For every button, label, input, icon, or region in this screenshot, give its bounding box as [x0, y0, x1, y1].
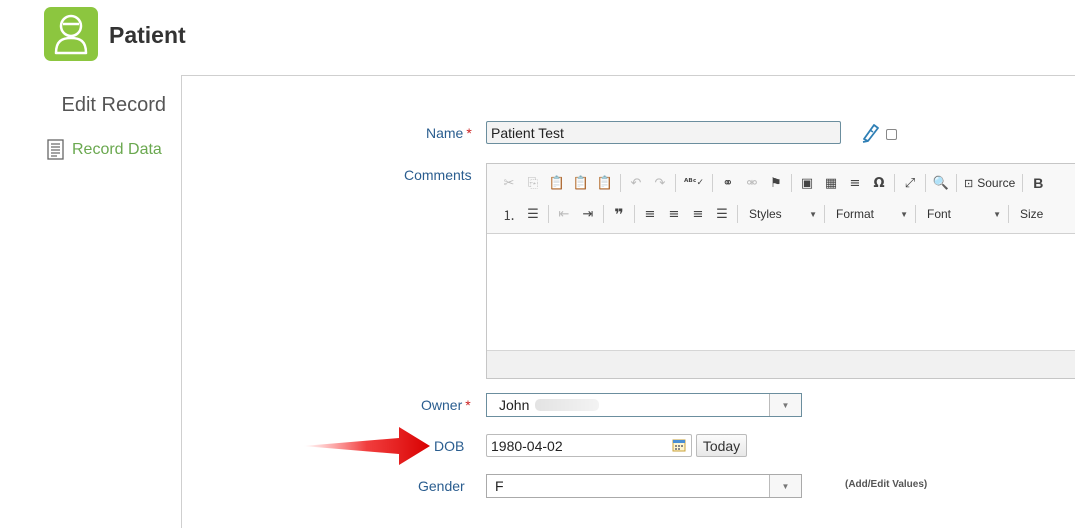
table-icon[interactable]: ▦: [819, 172, 843, 194]
toolbar-separator: [712, 174, 713, 192]
owner-select[interactable]: John ▼: [486, 393, 802, 417]
font-dropdown[interactable]: Font ▼: [919, 203, 1005, 225]
page-title: Patient: [109, 22, 186, 48]
toolbar-separator: [603, 205, 604, 223]
today-button[interactable]: Today: [696, 434, 747, 457]
patient-icon: [54, 14, 88, 55]
toolbar-separator: [791, 174, 792, 192]
bold-button[interactable]: B: [1026, 172, 1050, 194]
sidebar-item-record-data[interactable]: Record Data: [47, 139, 162, 160]
gender-value: F: [495, 478, 504, 494]
link-icon[interactable]: ⚭: [716, 172, 740, 194]
undo-icon[interactable]: ↶: [624, 172, 648, 194]
chevron-down-icon: ▼: [993, 209, 1001, 219]
owner-label: Owner *: [421, 397, 471, 413]
toolbar-separator: [925, 174, 926, 192]
toolbar-separator: [620, 174, 621, 192]
patient-app-icon: [44, 7, 98, 61]
gender-select[interactable]: F ▼: [486, 474, 802, 498]
owner-value: John: [499, 397, 530, 413]
source-button[interactable]: ⊡ Source: [960, 172, 1019, 194]
calendar-icon[interactable]: [672, 438, 686, 452]
header-divider: [181, 75, 1075, 76]
toolbar-separator: [1022, 174, 1024, 192]
required-marker: *: [466, 125, 472, 141]
blockquote-icon[interactable]: ❞: [607, 203, 631, 225]
spellcheck-icon[interactable]: ᴬᴮᶜ✓: [679, 172, 709, 194]
sidebar-divider: [181, 75, 182, 528]
align-right-icon[interactable]: ≡: [686, 203, 710, 225]
chevron-down-icon[interactable]: ▼: [769, 394, 801, 416]
toolbar-separator: [675, 174, 676, 192]
align-justify-icon[interactable]: ☰: [710, 203, 734, 225]
comments-editor: ✂ ⎘ 📋 📋 📋 ↶ ↷ ᴬᴮᶜ✓ ⚭ ⚮ ⚑ ▣ ▦ ≡ Ω ⤢ 🔍 ⊡ So…: [486, 163, 1075, 379]
dob-input[interactable]: [486, 434, 692, 457]
paste-text-icon[interactable]: 📋: [569, 172, 593, 194]
source-icon: ⊡: [964, 177, 974, 190]
comments-label: Comments: [404, 167, 472, 183]
unlink-icon[interactable]: ⚮: [740, 172, 764, 194]
sidebar-title: Edit Record: [61, 94, 167, 116]
editor-status-bar: [487, 350, 1075, 378]
pen-edit-icon[interactable]: [860, 121, 882, 143]
horizontal-rule-icon[interactable]: ≡: [843, 172, 867, 194]
anchor-flag-icon[interactable]: ⚑: [764, 172, 788, 194]
paste-word-icon[interactable]: 📋: [593, 172, 617, 194]
size-dropdown[interactable]: Size: [1012, 203, 1062, 225]
toolbar-separator: [956, 174, 957, 192]
toolbar-separator: [548, 205, 549, 223]
toolbar-separator: [894, 174, 895, 192]
required-marker: *: [465, 397, 471, 413]
editor-toolbar: ✂ ⎘ 📋 📋 📋 ↶ ↷ ᴬᴮᶜ✓ ⚭ ⚮ ⚑ ▣ ▦ ≡ Ω ⤢ 🔍 ⊡ So…: [487, 164, 1075, 234]
format-dropdown[interactable]: Format ▼: [828, 203, 912, 225]
redo-icon[interactable]: ↷: [648, 172, 672, 194]
gender-label: Gender: [418, 478, 465, 494]
chevron-down-icon: ▼: [809, 209, 817, 219]
image-icon[interactable]: ▣: [795, 172, 819, 194]
name-checkbox[interactable]: [886, 129, 897, 140]
paste-icon[interactable]: 📋: [545, 172, 569, 194]
chevron-down-icon[interactable]: ▼: [769, 475, 801, 497]
numbered-list-icon[interactable]: ⒈: [497, 203, 521, 225]
red-arrow-annotation: [303, 427, 430, 465]
toolbar-separator: [737, 205, 738, 223]
dob-label: DOB: [434, 438, 465, 454]
name-label: Name *: [426, 125, 472, 141]
toolbar-separator: [824, 205, 825, 223]
align-left-icon[interactable]: ≡: [638, 203, 662, 225]
sidebar-item-label: Record Data: [72, 140, 162, 158]
cut-icon[interactable]: ✂: [497, 172, 521, 194]
bulleted-list-icon[interactable]: ☰: [521, 203, 545, 225]
copy-icon[interactable]: ⎘: [521, 172, 545, 194]
maximize-icon[interactable]: ⤢: [898, 172, 922, 194]
chevron-down-icon: ▼: [900, 209, 908, 219]
toolbar-separator: [1008, 205, 1009, 223]
styles-dropdown[interactable]: Styles ▼: [741, 203, 821, 225]
special-char-icon[interactable]: Ω: [867, 172, 891, 194]
preview-icon[interactable]: 🔍: [929, 172, 953, 194]
editor-content-area[interactable]: [487, 234, 1075, 352]
add-edit-values-link[interactable]: (Add/Edit Values): [845, 479, 927, 490]
toolbar-separator: [915, 205, 916, 223]
redacted-surname: [535, 399, 600, 411]
outdent-icon[interactable]: ⇤: [552, 203, 576, 225]
toolbar-separator: [634, 205, 635, 223]
name-input[interactable]: [486, 121, 841, 144]
indent-icon[interactable]: ⇥: [576, 203, 600, 225]
document-icon: [47, 139, 64, 160]
align-center-icon[interactable]: ≡: [662, 203, 686, 225]
